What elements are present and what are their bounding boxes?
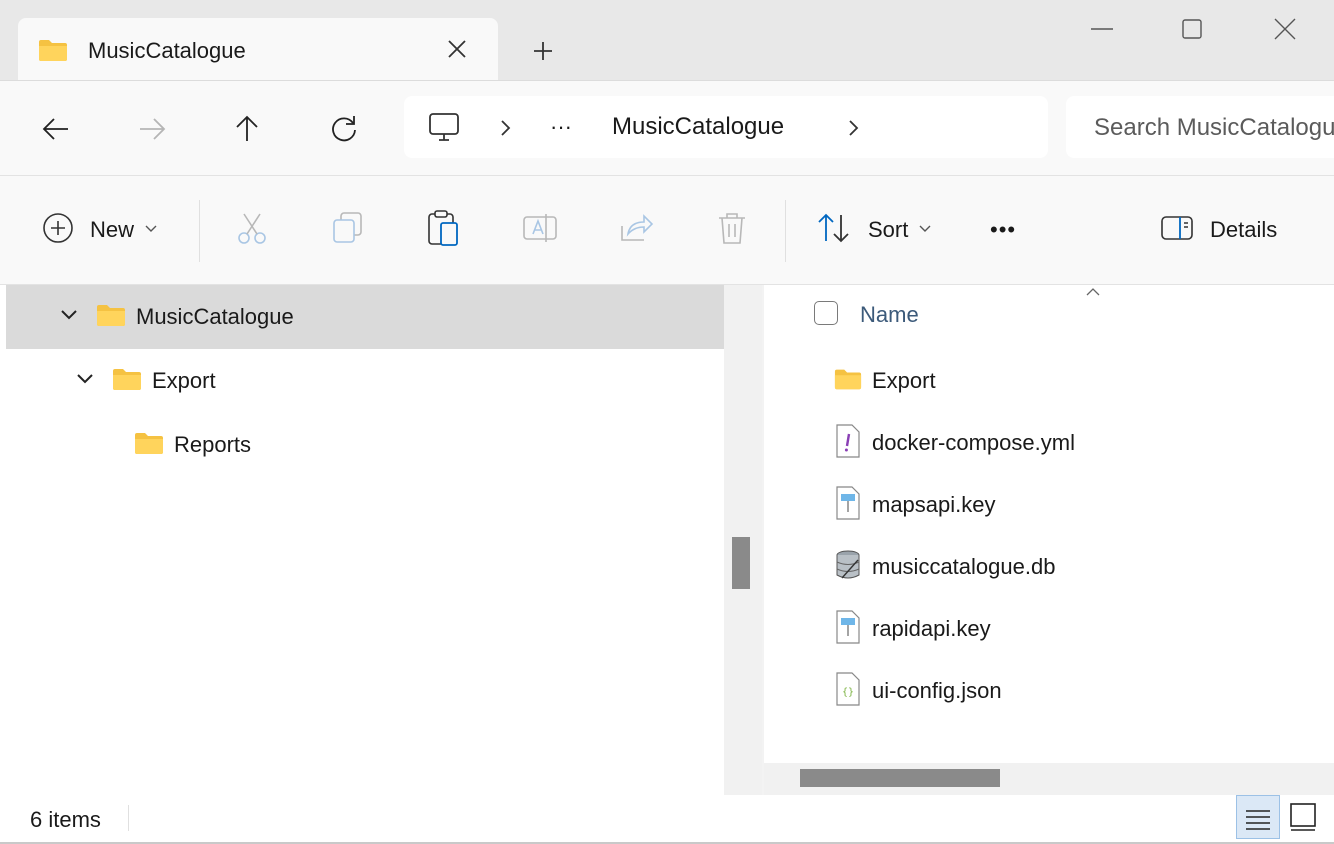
file-row[interactable]: musiccatalogue.db: [834, 547, 1055, 587]
rename-button[interactable]: [522, 210, 558, 250]
file-row[interactable]: Export: [834, 361, 936, 401]
folder-icon: [38, 38, 68, 67]
folder-icon: [834, 367, 862, 396]
title-bar: MusicCatalogue: [0, 0, 1334, 81]
scrollbar-thumb[interactable]: [800, 769, 1000, 787]
file-name: rapidapi.key: [872, 616, 991, 641]
details-pane-icon: [1160, 215, 1194, 246]
more-options-icon: •••: [990, 217, 1017, 242]
rename-icon: [522, 210, 558, 251]
tree-item-reports[interactable]: Reports: [6, 413, 724, 477]
command-toolbar: New Sort ••• Details: [0, 176, 1334, 285]
file-name: mapsapi.key: [872, 492, 996, 517]
maximize-icon[interactable]: [1172, 14, 1212, 48]
breadcrumb-current[interactable]: MusicCatalogue: [612, 113, 784, 141]
horizontal-scrollbar[interactable]: [764, 763, 1334, 795]
svg-text:{}: {}: [842, 687, 854, 698]
clipboard-icon: [426, 209, 462, 252]
details-label: Details: [1210, 217, 1278, 242]
file-name: docker-compose.yml: [872, 430, 1075, 455]
navigation-pane-scrollbar[interactable]: [724, 285, 762, 795]
file-row[interactable]: docker-compose.yml: [834, 423, 1075, 463]
column-header-name[interactable]: Name: [860, 302, 919, 328]
tab-title: MusicCatalogue: [88, 38, 246, 63]
file-row[interactable]: {} ui-config.json: [834, 671, 1002, 711]
navigation-bar: ··· MusicCatalogue Search MusicCatalogue: [0, 81, 1334, 176]
file-explorer-window: MusicCatalogue ··· MusicCatalogue Search…: [0, 0, 1334, 842]
toolbar-divider: [785, 200, 786, 262]
chevron-right-icon[interactable]: [496, 116, 516, 145]
plus-circle-icon: [42, 212, 74, 249]
file-row[interactable]: rapidapi.key: [834, 609, 991, 649]
folder-icon: [134, 431, 164, 460]
arrow-right-icon[interactable]: [134, 111, 170, 147]
minimize-icon[interactable]: [1082, 14, 1122, 48]
tree-item-label: MusicCatalogue: [136, 304, 294, 329]
status-divider: [128, 805, 129, 831]
see-more-button[interactable]: •••: [990, 210, 1016, 250]
new-button[interactable]: New: [42, 210, 158, 250]
share-button[interactable]: [618, 210, 654, 250]
file-row[interactable]: mapsapi.key: [834, 485, 996, 525]
chevron-right-icon[interactable]: [844, 116, 864, 145]
chevron-down-icon: [144, 221, 158, 239]
chevron-down-icon[interactable]: [76, 372, 94, 390]
details-view-icon[interactable]: [1236, 795, 1280, 839]
sort-ascending-icon: [1084, 285, 1102, 303]
folder-icon: [96, 303, 126, 332]
json-file-icon: {}: [834, 671, 862, 711]
tree-item-label: Export: [152, 368, 216, 393]
trash-icon: [714, 210, 750, 251]
yml-file-icon: [834, 423, 862, 463]
tab-close-icon[interactable]: [444, 36, 470, 62]
new-label: New: [90, 217, 135, 242]
scissors-icon: [234, 210, 270, 251]
tree-item-label: Reports: [174, 432, 252, 457]
file-name: ui-config.json: [872, 678, 1002, 703]
arrow-up-icon[interactable]: [229, 111, 265, 147]
copy-icon: [330, 210, 366, 251]
tree-item-export[interactable]: Export: [6, 349, 724, 413]
arrow-left-icon[interactable]: [38, 111, 74, 147]
sort-arrows-icon: [816, 211, 852, 250]
address-bar[interactable]: ··· MusicCatalogue: [404, 96, 1048, 158]
sort-label: Sort: [868, 217, 909, 242]
navigation-pane: MusicCatalogue Export Reports: [0, 285, 724, 795]
copy-button[interactable]: [330, 210, 366, 250]
file-list: Name Export docker-compose.yml mapsapi.k…: [764, 285, 1334, 795]
tab-musiccatalogue[interactable]: MusicCatalogue: [18, 18, 498, 80]
key-file-icon: [834, 609, 862, 649]
toolbar-divider: [199, 200, 200, 262]
status-bar: 6 items: [0, 795, 1334, 842]
details-pane-button[interactable]: Details: [1160, 210, 1277, 250]
file-name: Export: [872, 368, 936, 393]
monitor-icon[interactable]: [428, 112, 460, 147]
delete-button[interactable]: [714, 210, 750, 250]
share-icon: [618, 210, 654, 251]
item-count: 6 items: [30, 807, 101, 832]
tiles-view-icon[interactable]: [1282, 795, 1326, 839]
folder-icon: [112, 367, 142, 396]
chevron-down-icon: [918, 221, 932, 239]
cut-button[interactable]: [234, 210, 270, 250]
scrollbar-thumb[interactable]: [732, 537, 750, 589]
new-tab-plus-icon[interactable]: [528, 36, 558, 66]
sort-button[interactable]: Sort: [816, 210, 932, 250]
key-file-icon: [834, 485, 862, 525]
refresh-icon[interactable]: [326, 111, 362, 147]
paste-button[interactable]: [426, 209, 462, 252]
database-file-icon: [834, 548, 862, 587]
breadcrumb-more[interactable]: ···: [550, 114, 572, 140]
search-box[interactable]: Search MusicCatalogue: [1066, 96, 1334, 158]
search-input[interactable]: Search MusicCatalogue: [1094, 114, 1334, 142]
chevron-down-icon[interactable]: [60, 308, 78, 326]
select-all-checkbox[interactable]: [814, 301, 838, 325]
close-icon[interactable]: [1265, 14, 1305, 48]
file-name: musiccatalogue.db: [872, 554, 1056, 579]
tree-item-musiccatalogue[interactable]: MusicCatalogue: [6, 285, 724, 349]
